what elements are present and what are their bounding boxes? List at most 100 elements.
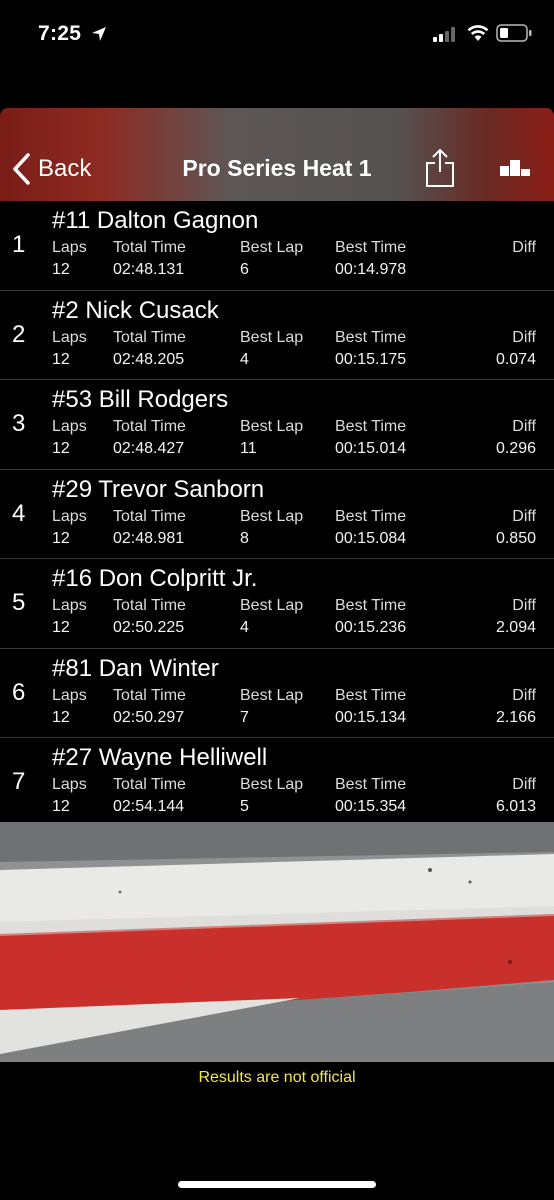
total-time-label: Total Time (113, 686, 186, 704)
laps-label: Laps (52, 507, 87, 525)
best-time-label: Best Time (335, 597, 407, 614)
position-number: 7 (12, 768, 26, 795)
driver-name: #16 Don Colpritt Jr. (52, 565, 258, 592)
home-indicator[interactable] (178, 1181, 376, 1188)
best-lap-label: Best Lap (240, 776, 304, 793)
laps-label: Laps (52, 686, 87, 704)
laps-value: 12 (52, 619, 70, 636)
diff-label: Diff (512, 776, 536, 793)
laps-label: Laps (52, 418, 87, 435)
diff-label: Diff (512, 686, 536, 704)
position-number: 4 (12, 499, 26, 527)
diff-value: 0.296 (495, 440, 536, 457)
result-row[interactable]: 6 #81 Dan Winter Laps Total Time Best La… (0, 649, 554, 738)
diff-label: Diff (512, 239, 536, 256)
share-icon[interactable] (424, 148, 456, 188)
best-lap-label: Best Lap (240, 597, 304, 614)
total-time-label: Total Time (113, 776, 186, 793)
diff-value: 2.166 (495, 708, 536, 726)
page-title: Pro Series Heat 1 (182, 155, 372, 181)
total-time-label: Total Time (113, 328, 186, 346)
best-time-value: 00:15.236 (335, 619, 407, 636)
best-time-value: 00:15.134 (335, 708, 407, 726)
best-lap-label: Best Lap (240, 239, 304, 256)
battery-icon (496, 24, 532, 42)
total-time-label: Total Time (113, 239, 186, 256)
result-row[interactable]: 5 #16 Don Colpritt Jr. Laps Total Time B… (0, 559, 554, 649)
best-time-label: Best Time (335, 328, 407, 346)
best-lap-value: 4 (240, 619, 249, 636)
best-time-label: Best Time (335, 239, 407, 256)
result-row[interactable]: 4 #29 Trevor Sanborn Laps Total Time Bes… (0, 470, 554, 559)
best-time-value: 00:15.354 (335, 798, 407, 815)
best-lap-value: 5 (240, 798, 249, 815)
diff-value: 0.074 (495, 350, 536, 368)
wifi-icon (467, 25, 489, 41)
best-lap-value: 11 (240, 440, 257, 457)
diff-label: Diff (512, 328, 536, 346)
result-row[interactable]: 1 #11 Dalton Gagnon Laps Total Time Best… (0, 201, 554, 291)
laps-value: 12 (52, 529, 70, 547)
best-time-value: 00:15.084 (335, 529, 407, 547)
best-time-value: 00:14.978 (335, 261, 407, 278)
total-time-value: 02:50.225 (113, 619, 185, 636)
status-bar: 7:25 (0, 0, 554, 70)
location-arrow-icon (92, 27, 106, 41)
total-time-value: 02:54.144 (113, 798, 185, 815)
total-time-label: Total Time (113, 507, 186, 525)
best-time-value: 00:15.175 (335, 350, 407, 368)
driver-name: #29 Trevor Sanborn (52, 475, 265, 503)
best-lap-label: Best Lap (240, 686, 304, 704)
laps-label: Laps (52, 239, 87, 256)
best-lap-value: 8 (240, 529, 249, 547)
best-time-label: Best Time (335, 686, 407, 704)
navigation-bar: Back Pro Series Heat 1 (0, 108, 554, 201)
position-number: 2 (12, 320, 26, 348)
cellular-signal-icon (433, 27, 455, 42)
position-number: 1 (12, 231, 26, 258)
track-curb-image (0, 822, 554, 1062)
laps-value: 12 (52, 798, 70, 815)
laps-value: 12 (52, 708, 70, 726)
total-time-value: 02:48.427 (113, 440, 185, 457)
best-lap-label: Best Lap (240, 418, 304, 435)
result-row[interactable]: 2 #2 Nick Cusack Laps Total Time Best La… (0, 291, 554, 380)
laps-label: Laps (52, 776, 87, 793)
diff-value: 0.850 (495, 529, 536, 547)
position-number: 3 (12, 410, 26, 437)
total-time-value: 02:50.297 (113, 708, 185, 726)
laps-value: 12 (52, 440, 70, 457)
total-time-value: 02:48.205 (113, 350, 185, 368)
laps-value: 12 (52, 261, 70, 278)
best-lap-value: 6 (240, 261, 249, 278)
best-lap-value: 4 (240, 350, 249, 368)
result-row[interactable]: 7 #27 Wayne Helliwell Laps Total Time Be… (0, 738, 554, 827)
best-lap-label: Best Lap (240, 328, 304, 346)
driver-name: #11 Dalton Gagnon (52, 207, 259, 234)
driver-name: #53 Bill Rodgers (52, 386, 229, 413)
best-time-label: Best Time (335, 776, 407, 793)
diff-label: Diff (512, 507, 536, 525)
total-time-label: Total Time (113, 418, 186, 435)
driver-name: #81 Dan Winter (52, 654, 219, 682)
total-time-value: 02:48.131 (113, 261, 185, 278)
diff-label: Diff (512, 597, 536, 614)
laps-label: Laps (52, 328, 87, 346)
best-time-value: 00:15.014 (335, 440, 407, 457)
driver-name: #27 Wayne Helliwell (52, 744, 268, 771)
position-number: 6 (12, 678, 26, 706)
results-list: 1 #11 Dalton Gagnon Laps Total Time Best… (0, 201, 554, 827)
best-time-label: Best Time (335, 507, 407, 525)
laps-value: 12 (52, 350, 70, 368)
status-time: 7:25 (38, 22, 82, 45)
result-row[interactable]: 3 #53 Bill Rodgers Laps Total Time Best … (0, 380, 554, 470)
best-time-label: Best Time (335, 418, 407, 435)
position-number: 5 (12, 589, 26, 616)
results-disclaimer: Results are not official (198, 1069, 356, 1086)
total-time-value: 02:48.981 (113, 529, 185, 547)
total-time-label: Total Time (113, 597, 186, 614)
podium-icon[interactable] (500, 160, 530, 176)
driver-name: #2 Nick Cusack (52, 296, 219, 324)
diff-value: 6.013 (495, 798, 536, 815)
laps-label: Laps (52, 597, 87, 614)
